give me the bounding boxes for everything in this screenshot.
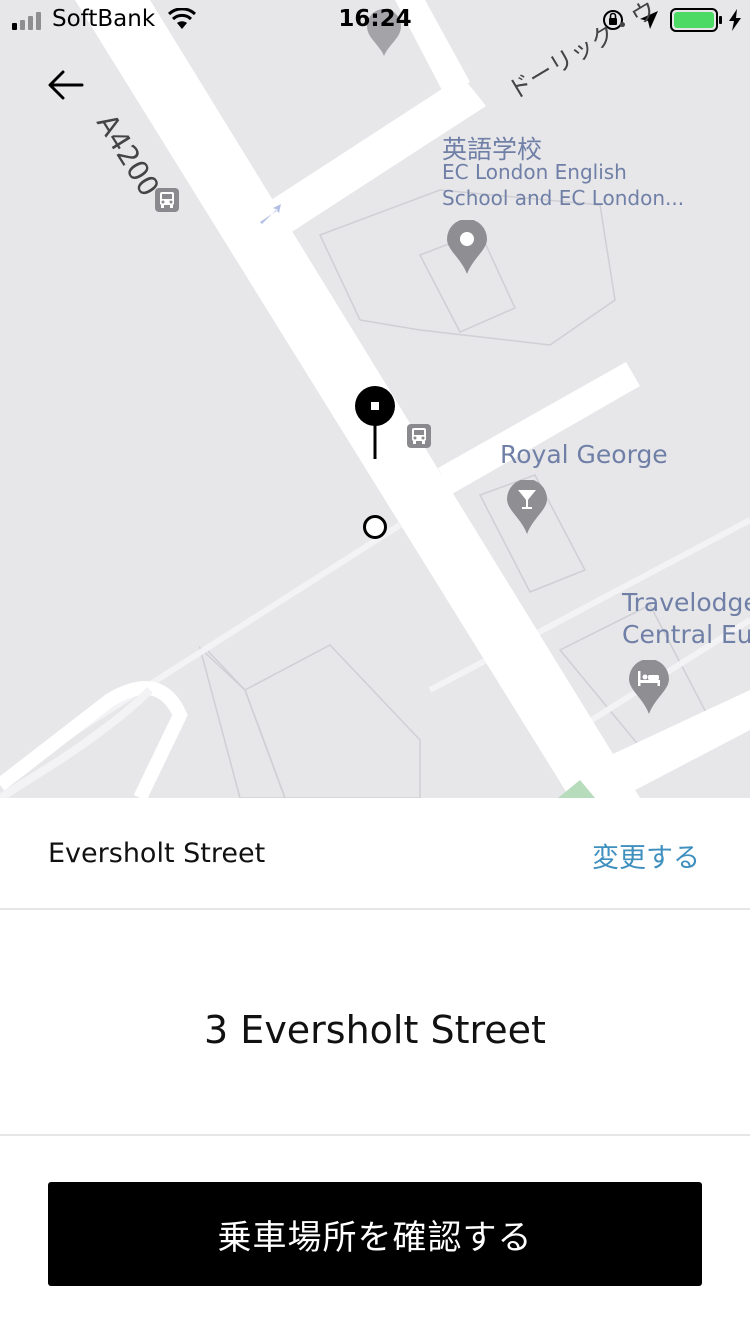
poi-label-school-line2: School and EC London... bbox=[442, 186, 685, 210]
poi-label-royal-george: Royal George bbox=[500, 440, 668, 469]
location-pin-icon[interactable] bbox=[447, 219, 487, 276]
street-name: Eversholt Street bbox=[48, 838, 266, 869]
pickup-sheet: Eversholt Street 変更する 3 Eversholt Street… bbox=[0, 798, 750, 1334]
bar-icon[interactable] bbox=[507, 479, 547, 536]
poi-label-hotel-line1: Travelodge bbox=[622, 588, 750, 617]
charging-bolt-icon bbox=[729, 9, 741, 31]
origin-dot-icon bbox=[362, 514, 388, 540]
hotel-icon[interactable] bbox=[629, 659, 669, 716]
back-arrow-icon bbox=[48, 70, 84, 100]
address-row: Eversholt Street 変更する bbox=[0, 798, 750, 910]
screen: SoftBank 16:24 A4200 ドーリック・ウ 英語学校 EC Lon… bbox=[0, 0, 750, 1334]
address-detail: 3 Eversholt Street bbox=[0, 908, 750, 1136]
back-button[interactable] bbox=[38, 60, 94, 110]
poi-label-school-line1: EC London English bbox=[442, 160, 627, 184]
confirm-pickup-button[interactable]: 乗車場所を確認する bbox=[48, 1182, 702, 1286]
bus-stop-icon[interactable] bbox=[155, 188, 179, 212]
pickup-pin-icon[interactable] bbox=[355, 386, 395, 460]
map-view[interactable]: SoftBank 16:24 A4200 ドーリック・ウ 英語学校 EC Lon… bbox=[0, 0, 750, 798]
full-address: 3 Eversholt Street bbox=[204, 1008, 546, 1052]
poi-label-hotel-line2: Central Eus bbox=[622, 620, 750, 649]
change-location-link[interactable]: 変更する bbox=[592, 836, 700, 875]
bus-stop-icon[interactable] bbox=[407, 424, 431, 448]
battery-icon bbox=[670, 8, 722, 32]
